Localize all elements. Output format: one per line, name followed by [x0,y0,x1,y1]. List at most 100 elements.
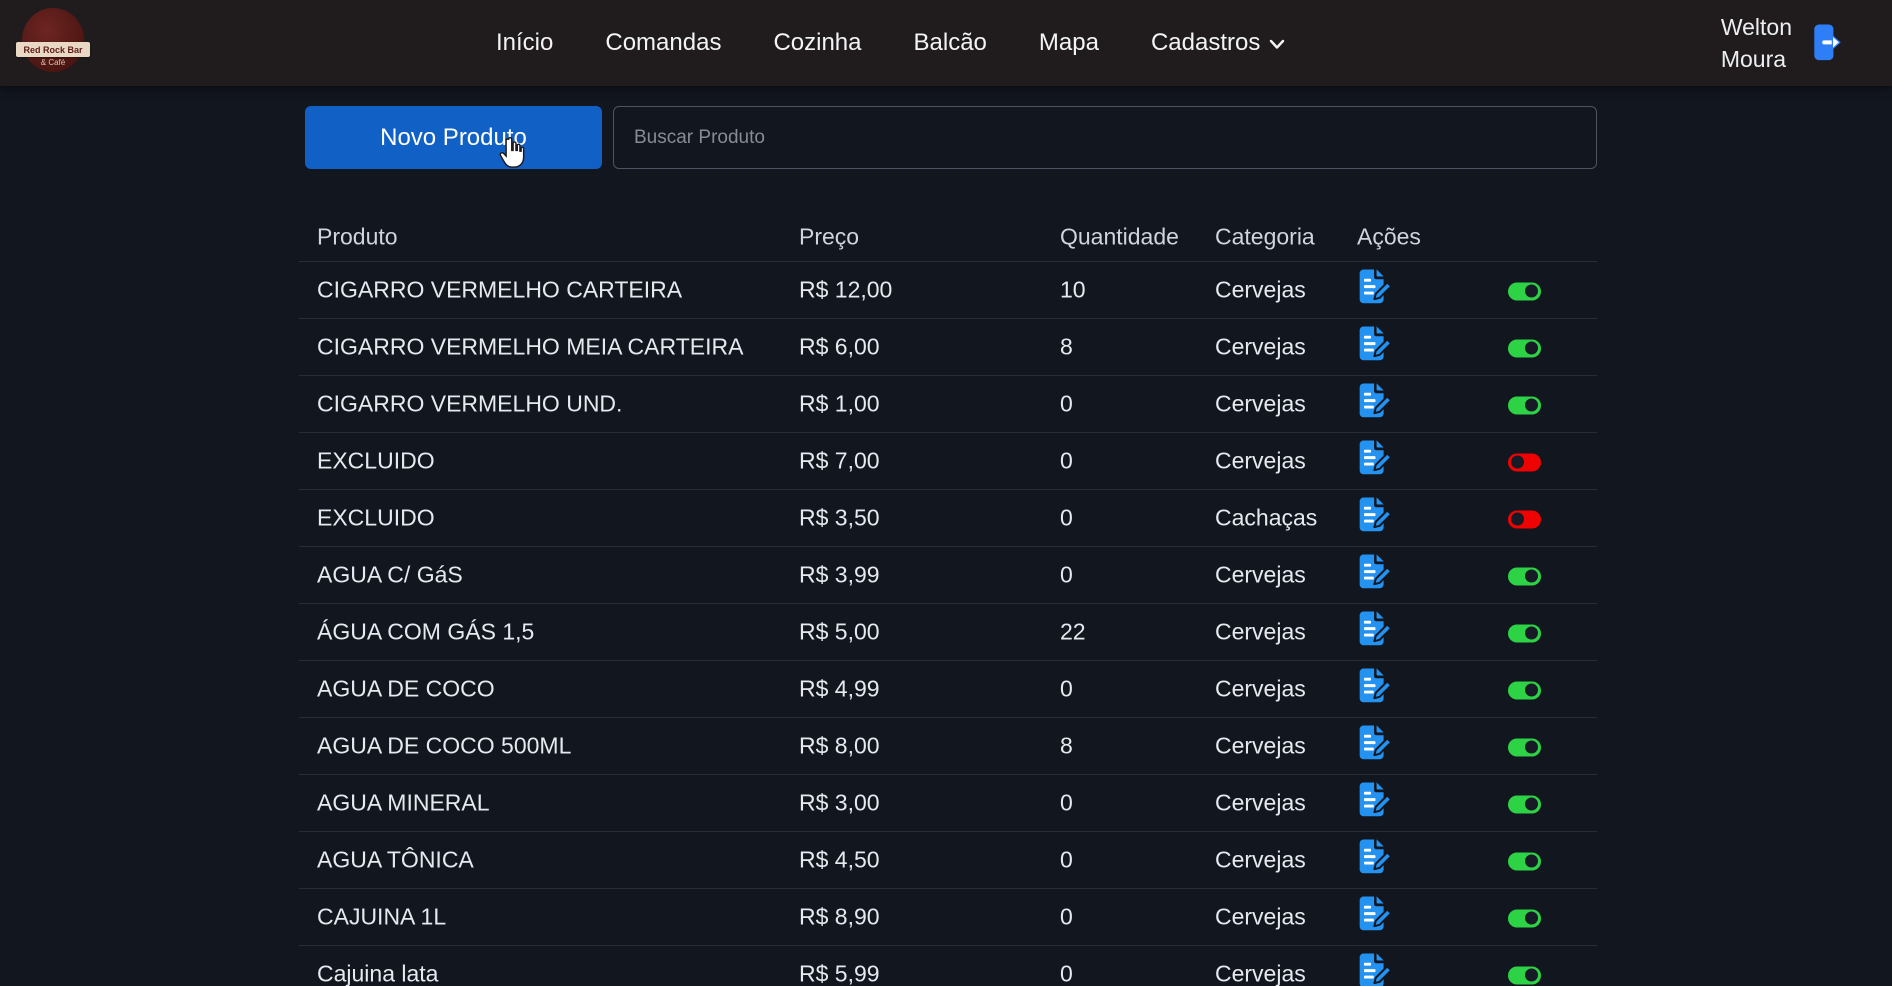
product-name: CIGARRO VERMELHO UND. [317,391,622,418]
active-toggle[interactable] [1508,567,1541,585]
col-acoes: Ações [1357,223,1421,250]
table-row: AGUA DE COCO 500ML R$ 8,00 8 Cervejas [299,718,1597,775]
edit-icon[interactable] [1357,667,1392,705]
nav-item-balcao[interactable]: Balcão [914,29,987,57]
product-category: Cervejas [1215,277,1306,304]
product-quantity: 0 [1060,448,1073,475]
product-quantity: 22 [1060,619,1086,646]
product-category: Cervejas [1215,961,1306,986]
product-price: R$ 8,00 [799,733,880,760]
product-name: ÁGUA COM GÁS 1,5 [317,619,534,646]
new-product-button[interactable]: Novo Produto [305,106,602,169]
logo-subtitle: & Café [18,58,88,67]
product-name: CAJUINA 1L [317,904,446,931]
active-toggle[interactable] [1508,795,1541,813]
product-category: Cervejas [1215,676,1306,703]
edit-icon[interactable] [1357,724,1392,762]
product-category: Cervejas [1215,334,1306,361]
table-row: ÁGUA COM GÁS 1,5 R$ 5,00 22 Cervejas [299,604,1597,661]
product-quantity: 0 [1060,847,1073,874]
active-toggle[interactable] [1508,510,1541,528]
table-header: Produto Preço Quantidade Categoria Ações [299,212,1597,262]
edit-icon[interactable] [1357,838,1392,876]
active-toggle[interactable] [1508,681,1541,699]
product-quantity: 0 [1060,961,1073,986]
product-category: Cervejas [1215,790,1306,817]
table-row: EXCLUIDO R$ 3,50 0 Cachaças [299,490,1597,547]
table-row: CIGARRO VERMELHO CARTEIRA R$ 12,00 10 Ce… [299,262,1597,319]
product-name: AGUA C/ GáS [317,562,463,589]
product-price: R$ 3,99 [799,562,880,589]
table-row: AGUA DE COCO R$ 4,99 0 Cervejas [299,661,1597,718]
product-category: Cervejas [1215,847,1306,874]
product-category: Cachaças [1215,505,1317,532]
active-toggle[interactable] [1508,738,1541,756]
edit-icon[interactable] [1357,325,1392,363]
product-price: R$ 8,90 [799,904,880,931]
active-toggle[interactable] [1508,966,1541,984]
nav-item-cadastros[interactable]: Cadastros [1151,29,1285,57]
table-row: EXCLUIDO R$ 7,00 0 Cervejas [299,433,1597,490]
product-name: AGUA DE COCO [317,676,495,703]
edit-icon[interactable] [1357,610,1392,648]
product-price: R$ 5,99 [799,961,880,986]
table-row: AGUA C/ GáS R$ 3,99 0 Cervejas [299,547,1597,604]
edit-icon[interactable] [1357,439,1392,477]
product-price: R$ 4,99 [799,676,880,703]
product-price: R$ 4,50 [799,847,880,874]
edit-icon[interactable] [1357,496,1392,534]
edit-icon[interactable] [1357,268,1392,306]
app-logo[interactable]: Red Rock Bar & Café [18,6,88,78]
table-row: AGUA TÔNICA R$ 4,50 0 Cervejas [299,832,1597,889]
col-preco: Preço [799,223,859,250]
product-quantity: 0 [1060,391,1073,418]
col-quantidade: Quantidade [1060,223,1179,250]
product-category: Cervejas [1215,562,1306,589]
active-toggle[interactable] [1508,396,1541,414]
nav-item-mapa[interactable]: Mapa [1039,29,1099,57]
product-name: AGUA DE COCO 500ML [317,733,571,760]
col-produto: Produto [317,223,398,250]
product-quantity: 0 [1060,790,1073,817]
product-quantity: 0 [1060,904,1073,931]
product-price: R$ 1,00 [799,391,880,418]
edit-icon[interactable] [1357,781,1392,819]
active-toggle[interactable] [1508,852,1541,870]
nav-item-inicio[interactable]: Início [496,29,553,57]
table-row: AGUA MINERAL R$ 3,00 0 Cervejas [299,775,1597,832]
logout-icon[interactable] [1811,21,1844,65]
product-category: Cervejas [1215,391,1306,418]
product-name: Cajuina lata [317,961,438,986]
active-toggle[interactable] [1508,282,1541,300]
product-quantity: 0 [1060,562,1073,589]
product-category: Cervejas [1215,448,1306,475]
product-price: R$ 7,00 [799,448,880,475]
product-category: Cervejas [1215,619,1306,646]
edit-icon[interactable] [1357,382,1392,420]
active-toggle[interactable] [1508,453,1541,471]
product-quantity: 0 [1060,505,1073,532]
active-toggle[interactable] [1508,339,1541,357]
product-price: R$ 5,00 [799,619,880,646]
product-price: R$ 3,00 [799,790,880,817]
nav-item-comandas[interactable]: Comandas [605,29,721,57]
edit-icon[interactable] [1357,952,1392,986]
main-nav: Início Comandas Cozinha Balcão Mapa Cada… [496,0,1285,86]
edit-icon[interactable] [1357,553,1392,591]
nav-item-cozinha[interactable]: Cozinha [773,29,861,57]
product-quantity: 8 [1060,733,1073,760]
product-quantity: 10 [1060,277,1086,304]
edit-icon[interactable] [1357,895,1392,933]
product-name: EXCLUIDO [317,448,435,475]
active-toggle[interactable] [1508,909,1541,927]
table-row: CIGARRO VERMELHO MEIA CARTEIRA R$ 6,00 8… [299,319,1597,376]
table-row: CIGARRO VERMELHO UND. R$ 1,00 0 Cervejas [299,376,1597,433]
product-price: R$ 3,50 [799,505,880,532]
product-quantity: 8 [1060,334,1073,361]
chevron-down-icon [1269,39,1285,50]
col-categoria: Categoria [1215,223,1315,250]
search-input[interactable] [613,106,1597,169]
product-price: R$ 6,00 [799,334,880,361]
product-name: CIGARRO VERMELHO MEIA CARTEIRA [317,334,743,361]
active-toggle[interactable] [1508,624,1541,642]
